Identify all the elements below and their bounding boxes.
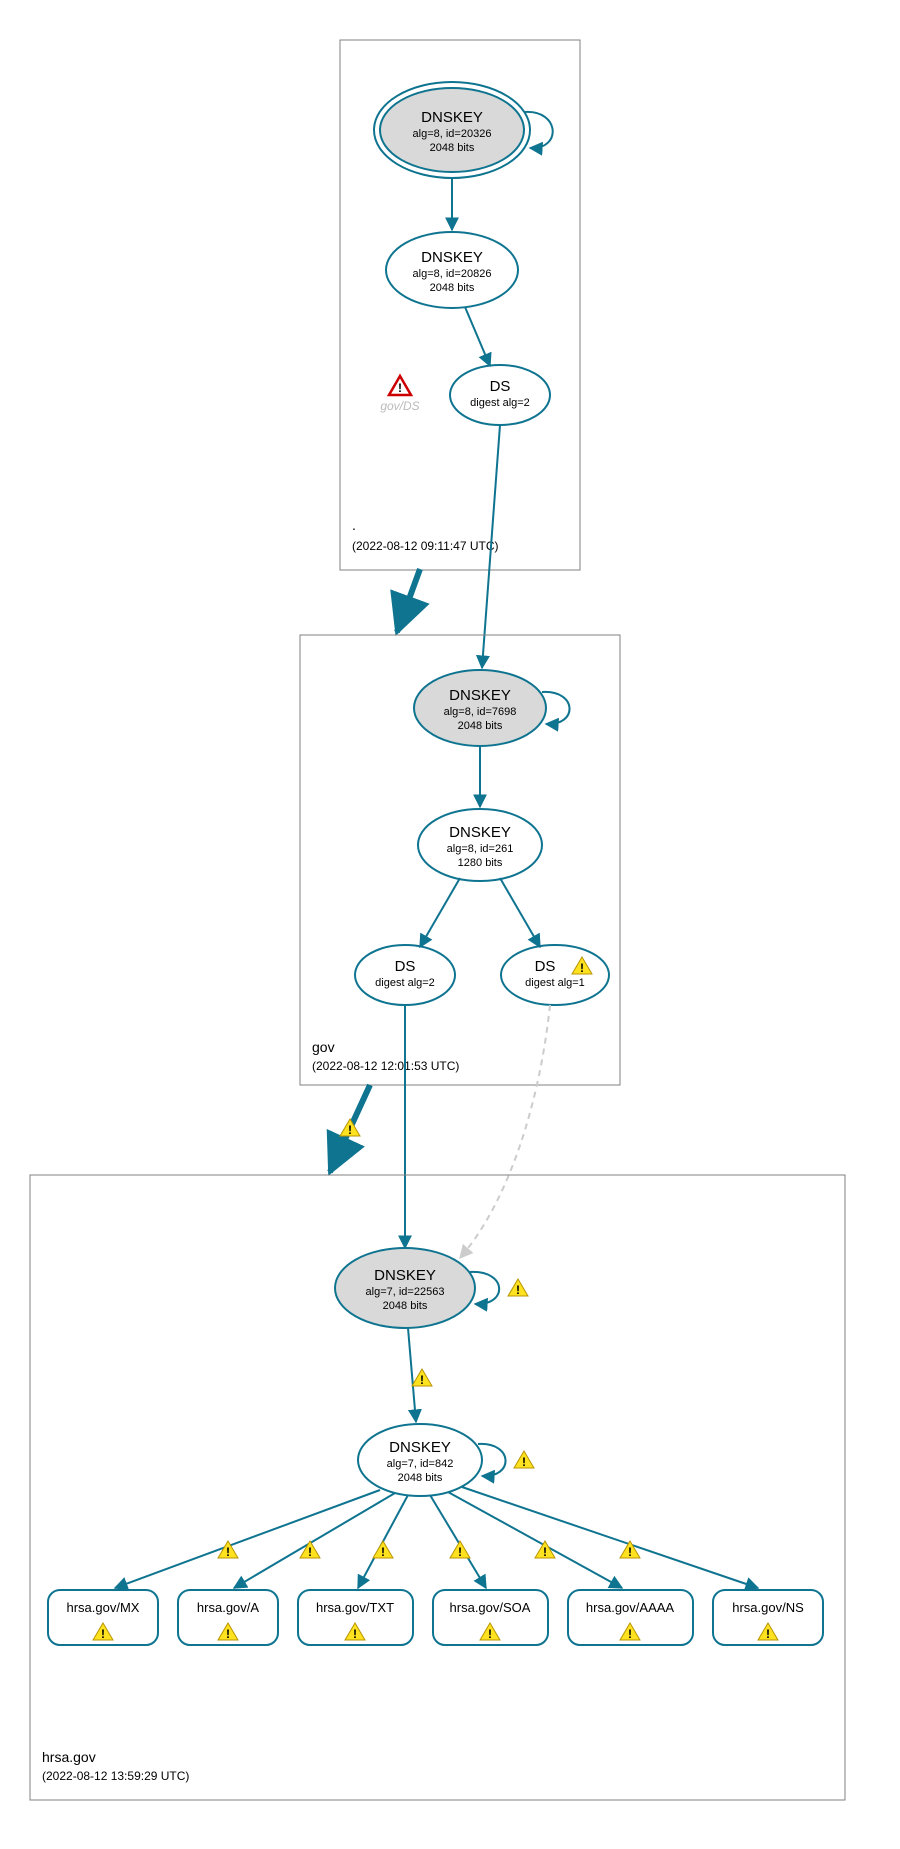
node-gov-ds-2[interactable]: DS digest alg=2	[355, 945, 455, 1005]
zone-hrsa-name: hrsa.gov	[42, 1749, 96, 1765]
warn-icon	[412, 1369, 432, 1387]
rrset-soa[interactable]: hrsa.gov/SOA	[433, 1590, 548, 1645]
svg-text:DS: DS	[535, 958, 556, 975]
edge-zsk-aaaa	[448, 1492, 622, 1588]
zone-root-name: .	[352, 517, 356, 533]
zone-root-timestamp: (2022-08-12 09:11:47 UTC)	[352, 539, 499, 553]
node-root-zsk[interactable]: DNSKEY alg=8, id=20826 2048 bits	[386, 232, 518, 308]
svg-text:DS: DS	[395, 958, 416, 975]
svg-text:hrsa.gov/AAAA: hrsa.gov/AAAA	[586, 1600, 674, 1615]
svg-text:hrsa.gov/A: hrsa.gov/A	[197, 1600, 259, 1615]
zone-hrsa: hrsa.gov (2022-08-12 13:59:29 UTC) DNSKE…	[30, 1175, 845, 1800]
edge-hrsaksk-hrsazsk	[408, 1328, 416, 1422]
svg-text:hrsa.gov/MX: hrsa.gov/MX	[67, 1600, 140, 1615]
edge-zsk-a	[234, 1493, 395, 1588]
svg-text:2048 bits: 2048 bits	[458, 720, 503, 732]
svg-text:1280 bits: 1280 bits	[458, 857, 503, 869]
svg-text:2048 bits: 2048 bits	[430, 142, 475, 154]
node-hrsa-ksk[interactable]: DNSKEY alg=7, id=22563 2048 bits	[335, 1248, 475, 1328]
zone-gov: gov (2022-08-12 12:01:53 UTC) DNSKEY alg…	[300, 635, 620, 1085]
node-gov-zsk[interactable]: DNSKEY alg=8, id=261 1280 bits	[418, 809, 542, 881]
svg-text:digest alg=2: digest alg=2	[470, 397, 530, 409]
rrset-ns[interactable]: hrsa.gov/NS	[713, 1590, 823, 1645]
svg-text:alg=7, id=842: alg=7, id=842	[387, 1458, 454, 1470]
svg-text:2048 bits: 2048 bits	[383, 1300, 428, 1312]
rrset-a[interactable]: hrsa.gov/A	[178, 1590, 278, 1645]
node-hrsa-zsk[interactable]: DNSKEY alg=7, id=842 2048 bits	[358, 1424, 482, 1496]
delegation-root-gov	[397, 569, 420, 632]
svg-text:2048 bits: 2048 bits	[430, 282, 475, 294]
zone-gov-name: gov	[312, 1039, 335, 1055]
rrset-aaaa[interactable]: hrsa.gov/AAAA	[568, 1590, 693, 1645]
warn-icon	[508, 1279, 528, 1297]
warn-icon	[620, 1541, 640, 1559]
rrset-mx[interactable]: hrsa.gov/MX	[48, 1590, 158, 1645]
annotation-gov-ds-error[interactable]: gov/DS	[380, 376, 419, 413]
edge-govzsk-ds2	[420, 878, 460, 947]
warn-icon	[373, 1541, 393, 1559]
zone-gov-timestamp: (2022-08-12 12:01:53 UTC)	[312, 1059, 459, 1073]
svg-text:digest alg=1: digest alg=1	[525, 977, 585, 989]
svg-text:alg=8, id=261: alg=8, id=261	[447, 843, 514, 855]
svg-text:digest alg=2: digest alg=2	[375, 977, 435, 989]
warn-icon	[450, 1541, 470, 1559]
warn-icon	[300, 1541, 320, 1559]
node-gov-ksk[interactable]: DNSKEY alg=8, id=7698 2048 bits	[414, 670, 546, 746]
edge-rootzsk-rootds	[465, 307, 490, 366]
warn-icon	[340, 1119, 360, 1137]
svg-text:gov/DS: gov/DS	[380, 399, 419, 413]
edge-govds1-hrsaksk	[460, 1005, 550, 1258]
svg-text:DNSKEY: DNSKEY	[389, 1439, 451, 1456]
svg-text:hrsa.gov/SOA: hrsa.gov/SOA	[450, 1600, 531, 1615]
svg-text:2048 bits: 2048 bits	[398, 1472, 443, 1484]
svg-text:DNSKEY: DNSKEY	[449, 824, 511, 841]
error-icon	[389, 376, 411, 395]
node-gov-ds-1[interactable]: DS digest alg=1	[501, 945, 609, 1005]
svg-text:alg=8, id=20326: alg=8, id=20326	[413, 128, 492, 140]
svg-text:hrsa.gov/NS: hrsa.gov/NS	[732, 1600, 804, 1615]
zone-root: . (2022-08-12 09:11:47 UTC) DNSKEY alg=8…	[340, 40, 580, 570]
svg-text:DNSKEY: DNSKEY	[421, 109, 483, 126]
edge-zsk-mx	[115, 1490, 380, 1588]
svg-text:DNSKEY: DNSKEY	[421, 249, 483, 266]
edge-zsk-ns	[462, 1487, 758, 1588]
svg-text:alg=8, id=20826: alg=8, id=20826	[413, 268, 492, 280]
node-root-ksk[interactable]: DNSKEY alg=8, id=20326 2048 bits	[374, 82, 530, 178]
edge-govzsk-ds1	[500, 878, 540, 947]
node-root-ds[interactable]: DS digest alg=2	[450, 365, 550, 425]
svg-text:DS: DS	[490, 378, 511, 395]
svg-text:alg=8, id=7698: alg=8, id=7698	[444, 706, 517, 718]
warn-icon	[514, 1451, 534, 1469]
dnssec-graph: ! ! . (2022-08-12 09:11:47 UTC) DNSKEY a…	[0, 0, 900, 1849]
rrset-txt[interactable]: hrsa.gov/TXT	[298, 1590, 413, 1645]
svg-text:hrsa.gov/TXT: hrsa.gov/TXT	[316, 1600, 394, 1615]
zone-hrsa-timestamp: (2022-08-12 13:59:29 UTC)	[42, 1769, 189, 1783]
svg-text:DNSKEY: DNSKEY	[374, 1267, 436, 1284]
svg-text:DNSKEY: DNSKEY	[449, 687, 511, 704]
svg-text:alg=7, id=22563: alg=7, id=22563	[366, 1286, 445, 1298]
